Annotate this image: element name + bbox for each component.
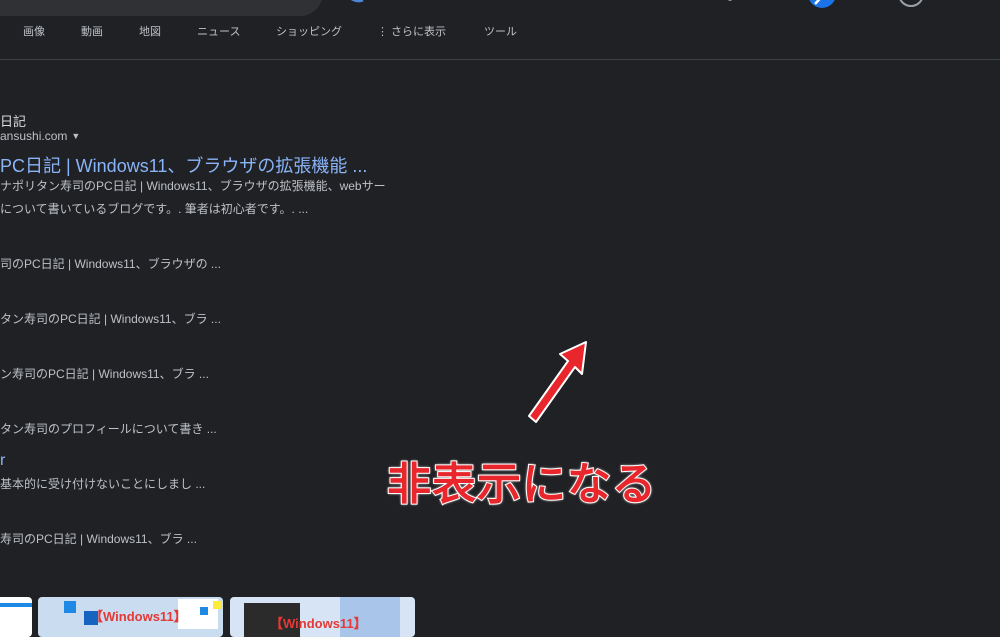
annotation-label: 非表示になる [386, 459, 657, 510]
thumbnail-label: 【Windows11】 [90, 609, 187, 624]
tab-maps[interactable]: 地図 [139, 23, 161, 39]
result-url-text: ansushi.com [0, 129, 68, 143]
tabs-divider [0, 59, 1000, 60]
sitelink-snippet: タン寿司のPC日記 | Windows11、ブラ ... [0, 312, 221, 326]
result-url[interactable]: ansushi.com ▼ [0, 129, 80, 143]
sitelink-snippet: 基本的に受け付けないことにしまし ... [0, 477, 206, 491]
search-input[interactable] [0, 0, 323, 16]
annotation-arrow-icon [528, 341, 587, 423]
account-icon[interactable] [896, 0, 926, 10]
bard-icon[interactable] [806, 0, 838, 10]
thumbnail-image[interactable]: 【Windows11】 [38, 597, 223, 637]
sitelink-snippet: 司のPC日記 | Windows11、ブラウザの ... [0, 257, 221, 271]
caret-down-icon[interactable]: ▼ [71, 131, 80, 141]
thumbnail-image[interactable]: 【Windows11】 [230, 597, 415, 637]
thumbnail-image[interactable] [0, 597, 32, 637]
tab-news[interactable]: ニュース [197, 23, 240, 39]
result-snippet-line-1: ナポリタン寿司のPC日記 | Windows11、ブラウザの拡張機能、webサー [0, 179, 386, 193]
tab-more[interactable]: ⋮ さらに表示 [377, 23, 446, 39]
sitelink-snippet: 寿司のPC日記 | Windows11、ブラ ... [0, 532, 197, 546]
tab-shopping[interactable]: ショッピング [276, 23, 342, 39]
result-title-link[interactable]: PC日記 | Windows11、ブラウザの拡張機能 ... [0, 152, 367, 178]
tab-images[interactable]: 画像 [23, 23, 45, 39]
sitelink-snippet: タン寿司のプロフィールについて書き ... [0, 422, 217, 436]
settings-icon[interactable] [720, 0, 740, 6]
sitelink-snippet: ン寿司のPC日記 | Windows11、ブラ ... [0, 367, 209, 381]
tab-videos[interactable]: 動画 [81, 23, 103, 39]
thumbnail-label: 【Windows11】 [270, 616, 367, 631]
result-site-name: 日記 [0, 114, 27, 129]
search-tabs: 画像 動画 地図 ニュース ショッピング ⋮ さらに表示 ツール [0, 18, 1000, 42]
tab-tools[interactable]: ツール [484, 23, 517, 39]
result-snippet-line-2: について書いているブログです。. 筆者は初心者です。. ... [0, 202, 309, 216]
sitelink-title-link[interactable]: r [0, 452, 5, 470]
lens-icon[interactable] [343, 0, 373, 8]
